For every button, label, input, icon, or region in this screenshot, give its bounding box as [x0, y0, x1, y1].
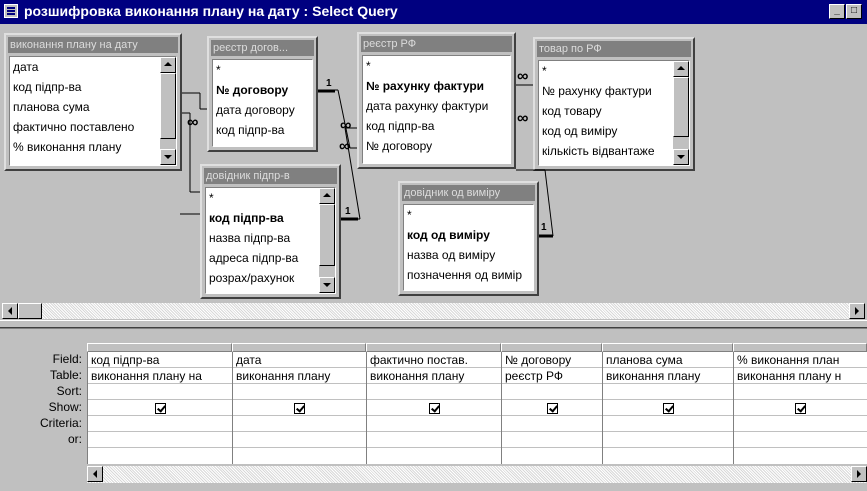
column-selector[interactable] — [501, 343, 602, 352]
table-design-pane: виконання плану на дату дата код підпр-в… — [0, 24, 867, 304]
table-cell[interactable]: виконання плану — [603, 368, 733, 384]
row-label-table: Table: — [49, 368, 82, 382]
upper-horizontal-scrollbar[interactable] — [2, 303, 865, 319]
grid-horizontal-scrollbar[interactable] — [87, 466, 867, 483]
criteria-cell[interactable] — [734, 416, 867, 432]
join-label-one: 1 — [345, 206, 351, 217]
table-cell[interactable]: виконання плану на — [88, 368, 232, 384]
or-cell[interactable] — [734, 432, 867, 448]
join-label-one: 1 — [326, 78, 332, 89]
grid-column: % виконання план виконання плану н — [733, 352, 867, 464]
join-label-many: ∞ — [517, 68, 528, 85]
grid-column: дата виконання плану — [232, 352, 366, 464]
column-selector[interactable] — [733, 343, 867, 352]
or-cell[interactable] — [233, 432, 366, 448]
minimize-button[interactable]: _ — [829, 4, 845, 19]
column-selector[interactable] — [602, 343, 733, 352]
criteria-cell[interactable] — [367, 416, 501, 432]
pane-splitter[interactable] — [0, 320, 867, 328]
maximize-button[interactable]: □ — [846, 4, 862, 19]
table-cell[interactable]: реєстр РФ — [502, 368, 602, 384]
field-cell[interactable]: фактично постав. — [367, 352, 501, 368]
show-checkbox[interactable] — [662, 403, 674, 415]
join-label-many: ∞ — [517, 110, 528, 127]
row-label-field: Field: — [52, 352, 82, 366]
criteria-cell[interactable] — [88, 416, 232, 432]
show-cell[interactable] — [233, 400, 366, 416]
window-title: розшифровка виконання плану на дату : Se… — [24, 3, 398, 19]
show-cell[interactable] — [603, 400, 733, 416]
field-cell[interactable]: код підпр-ва — [88, 352, 232, 368]
row-label-criteria: Criteria: — [39, 416, 82, 430]
sort-cell[interactable] — [502, 384, 602, 400]
column-selector[interactable] — [87, 343, 232, 352]
show-cell[interactable] — [502, 400, 602, 416]
join-label-one: 1 — [541, 222, 547, 233]
field-cell[interactable]: % виконання план — [734, 352, 867, 368]
table-cell[interactable]: виконання плану н — [734, 368, 867, 384]
show-checkbox[interactable] — [428, 403, 440, 415]
join-label-many: ∞ — [187, 114, 198, 131]
field-cell[interactable]: планова сума — [603, 352, 733, 368]
show-cell[interactable] — [88, 400, 232, 416]
grid-column: фактично постав. виконання плану — [366, 352, 501, 464]
table-cell[interactable]: виконання плану — [233, 368, 366, 384]
scroll-left-arrow-icon[interactable] — [2, 303, 18, 319]
sort-cell[interactable] — [734, 384, 867, 400]
column-selector[interactable] — [366, 343, 501, 352]
scroll-right-arrow-icon[interactable] — [851, 466, 867, 482]
show-checkbox[interactable] — [154, 403, 166, 415]
scroll-right-arrow-icon[interactable] — [849, 303, 865, 319]
sort-cell[interactable] — [233, 384, 366, 400]
criteria-cell[interactable] — [233, 416, 366, 432]
show-checkbox[interactable] — [795, 403, 806, 415]
grid-column: планова сума виконання плану — [602, 352, 733, 464]
column-selector[interactable] — [232, 343, 366, 352]
scroll-thumb[interactable] — [18, 303, 42, 319]
row-label-or: or: — [67, 432, 82, 446]
sort-cell[interactable] — [88, 384, 232, 400]
field-cell[interactable]: дата — [233, 352, 366, 368]
row-label-show: Show: — [48, 400, 82, 414]
sort-cell[interactable] — [603, 384, 733, 400]
table-cell[interactable]: виконання плану — [367, 368, 501, 384]
show-cell[interactable] — [734, 400, 867, 416]
sort-cell[interactable] — [367, 384, 501, 400]
or-cell[interactable] — [502, 432, 602, 448]
criteria-cell[interactable] — [603, 416, 733, 432]
grid-column: код підпр-ва виконання плану на — [87, 352, 232, 464]
pane-splitter-edge — [0, 328, 867, 330]
join-label-many: ∞ — [339, 138, 350, 155]
scroll-left-arrow-icon[interactable] — [87, 466, 103, 482]
grid-column: № договору реєстр РФ — [501, 352, 602, 464]
or-cell[interactable] — [367, 432, 501, 448]
join-label-many: ∞ — [340, 117, 351, 134]
join-lines: 1 1 1 ∞ ∞ ∞ ∞ ∞ — [180, 68, 554, 238]
criteria-cell[interactable] — [502, 416, 602, 432]
title-bar: розшифровка виконання плану на дату : Se… — [0, 0, 867, 24]
show-cell[interactable] — [367, 400, 501, 416]
show-checkbox[interactable] — [294, 403, 305, 415]
query-window-icon[interactable] — [4, 4, 18, 18]
field-cell[interactable]: № договору — [502, 352, 602, 368]
or-cell[interactable] — [603, 432, 733, 448]
show-checkbox[interactable] — [546, 403, 558, 415]
row-label-sort: Sort: — [56, 384, 82, 398]
or-cell[interactable] — [88, 432, 232, 448]
